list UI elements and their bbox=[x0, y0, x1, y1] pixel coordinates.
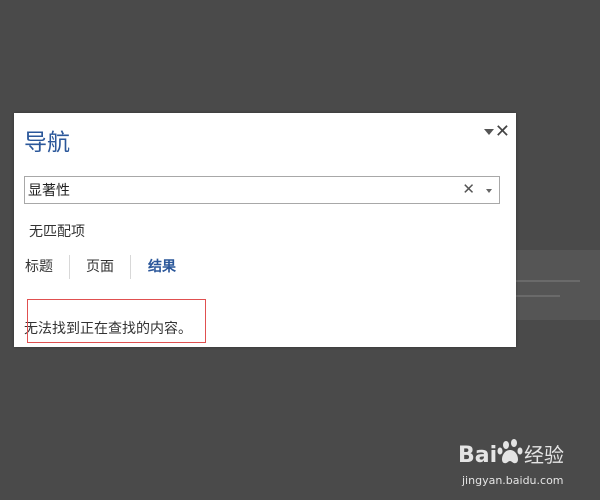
tab-separator bbox=[130, 255, 131, 279]
close-icon[interactable]: ✕ bbox=[495, 122, 510, 142]
close-icon[interactable]: ✕ bbox=[462, 180, 475, 198]
tab-results[interactable]: 结果 bbox=[148, 257, 176, 277]
tab-bar: 标题 页面 结果 bbox=[14, 255, 314, 279]
tab-pages[interactable]: 页面 bbox=[86, 257, 114, 277]
svg-text:jingyan.baidu.com: jingyan.baidu.com bbox=[461, 474, 564, 487]
navigation-pane: 导航 ✕ ✕ 无匹配项 标题 页面 结果 无法找到正在查找的内容。 bbox=[14, 113, 516, 347]
highlight-box bbox=[27, 299, 206, 343]
search-box: ✕ bbox=[24, 176, 500, 204]
svg-text:Bai: Bai bbox=[458, 443, 497, 468]
match-status: 无匹配项 bbox=[29, 224, 85, 240]
svg-text:经验: 经验 bbox=[524, 443, 564, 467]
baidu-logo-icon: Bai 经验 jingyan.baidu.com bbox=[458, 439, 564, 487]
search-input[interactable] bbox=[28, 180, 448, 200]
tab-headings[interactable]: 标题 bbox=[25, 257, 53, 277]
baidu-jingyan-watermark: Bai 经验 jingyan.baidu.com bbox=[458, 432, 598, 492]
pane-title: 导航 bbox=[24, 130, 70, 156]
tab-separator bbox=[69, 255, 70, 279]
chevron-down-icon[interactable] bbox=[486, 189, 492, 193]
chevron-down-icon[interactable] bbox=[484, 129, 494, 135]
